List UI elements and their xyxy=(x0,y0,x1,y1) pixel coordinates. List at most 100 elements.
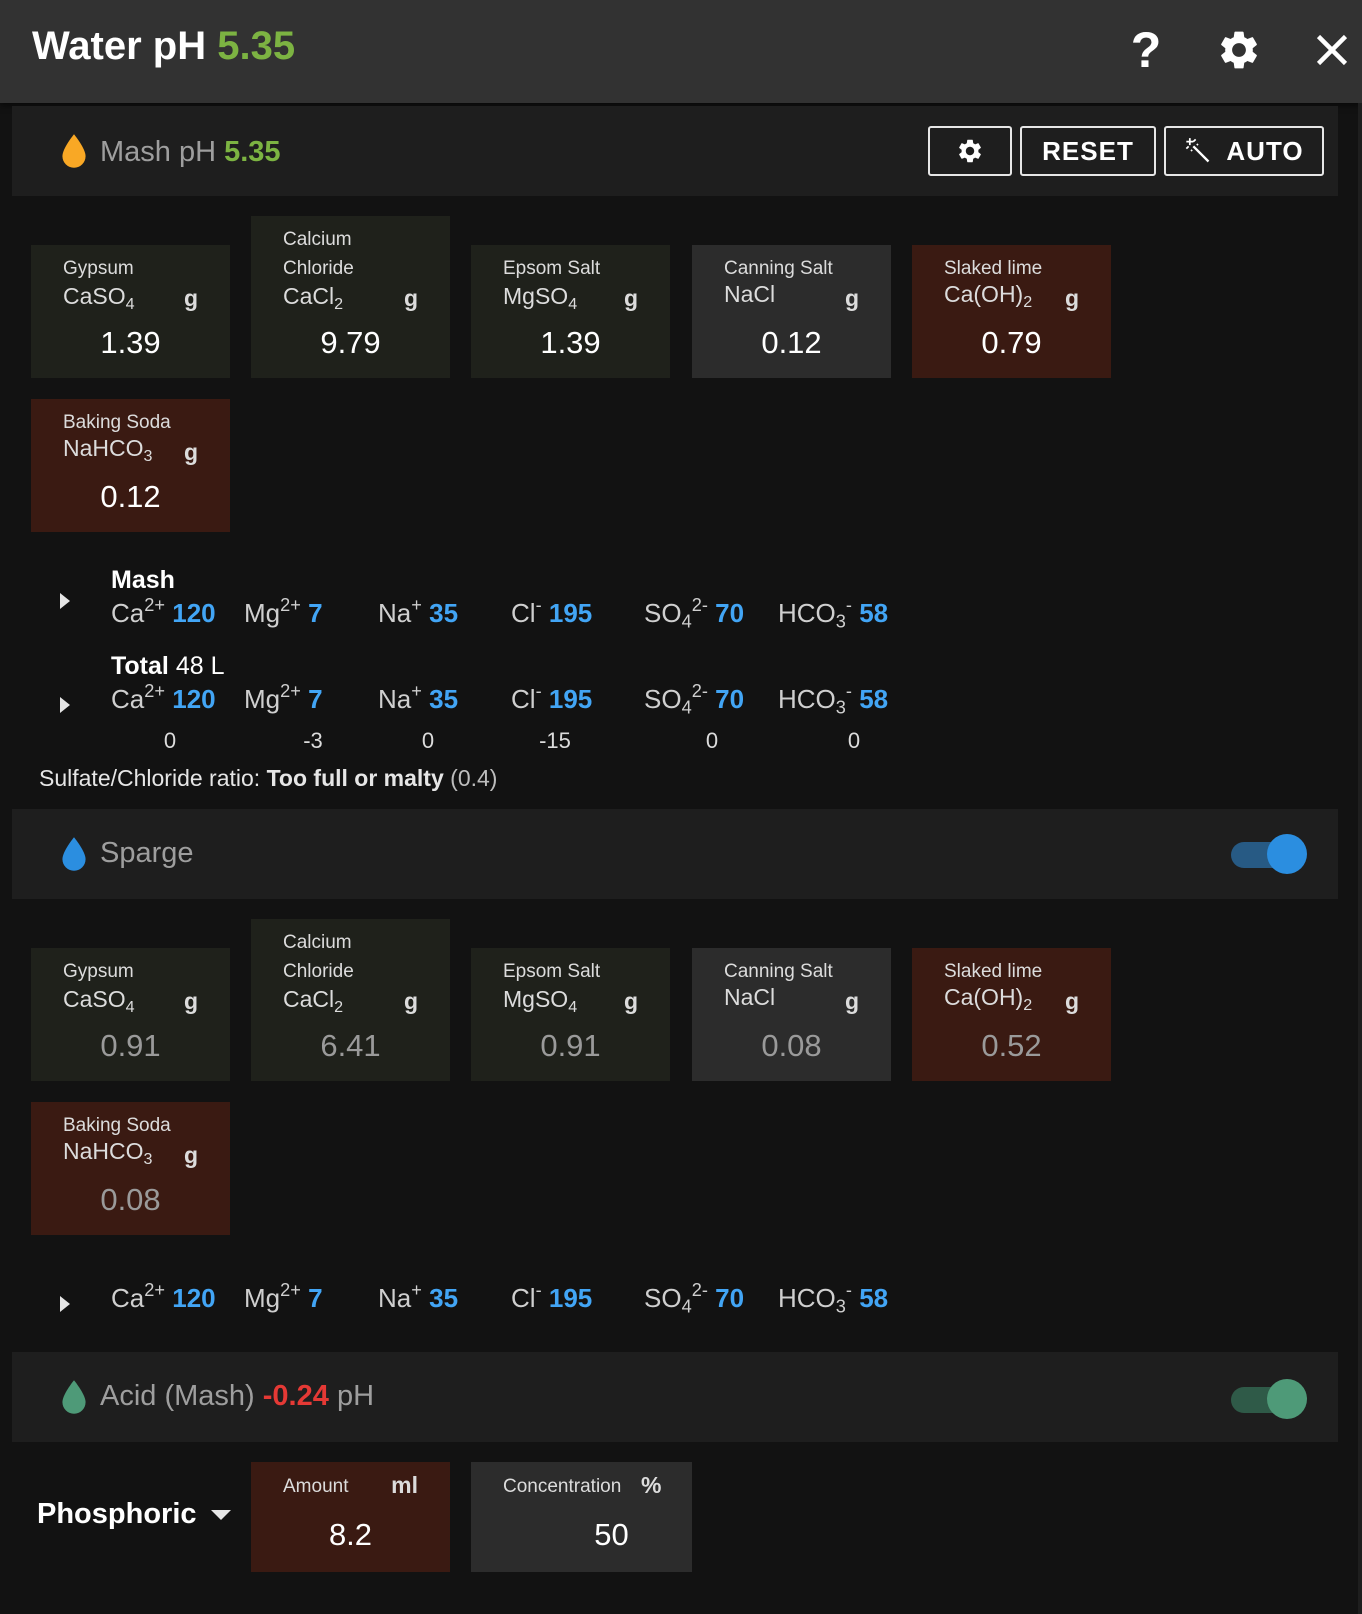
acid-drop-icon xyxy=(62,1380,86,1414)
ion-ca: Ca2+ 120 xyxy=(111,681,216,714)
mash-settings-button[interactable] xyxy=(928,126,1012,176)
reset-button[interactable]: RESET xyxy=(1020,126,1156,176)
ion-hco3: HCO3- 58 xyxy=(778,1280,889,1317)
salt-name: Calcium xyxy=(283,932,352,953)
mash-ph-title: Mash pH 5.35 xyxy=(100,136,281,168)
ion-mg: Mg2+ 7 xyxy=(244,595,323,628)
delta-na: 0 xyxy=(421,728,435,753)
mash-gypsum-card[interactable]: Gypsum CaSO4 g 1.39 xyxy=(31,245,230,378)
ion-so4: SO42- 70 xyxy=(644,595,745,632)
delta-hco3: 0 xyxy=(847,728,861,753)
close-button[interactable] xyxy=(1304,22,1360,78)
mash-profile-expand-icon[interactable] xyxy=(60,593,70,609)
magic-wand-icon xyxy=(1186,138,1210,163)
acid-amount-card[interactable]: Amount ml 8.2 xyxy=(251,1462,450,1572)
sparge-drop-icon xyxy=(62,837,86,871)
acid-type-select[interactable]: Phosphoric xyxy=(37,1498,231,1531)
mash-calcium-chloride-card[interactable]: Calcium Chloride CaCl2 g 9.79 xyxy=(251,216,450,378)
salt-formula: NaHCO3 xyxy=(63,1138,153,1168)
ion-cl: Cl- 195 xyxy=(511,595,593,628)
mash-slaked-lime-card[interactable]: Slaked lime Ca(OH)2 g 0.79 xyxy=(912,245,1111,378)
acid-amount-unit: ml xyxy=(391,1472,418,1498)
salt-name: Baking Soda xyxy=(63,412,171,433)
app-bar: Water pH 5.35 ? xyxy=(0,0,1362,103)
help-icon: ? xyxy=(1130,22,1162,78)
salt-name-line2: Chloride xyxy=(283,258,354,279)
acid-concentration-input[interactable]: 50 xyxy=(501,1517,722,1553)
ion-ca-value: 120 xyxy=(172,1283,216,1313)
acid-concentration-card[interactable]: Concentration % 50 xyxy=(471,1462,692,1572)
acid-delta-ph: -0.24 xyxy=(262,1380,329,1412)
salt-unit: g xyxy=(183,285,198,311)
ion-cl: Cl- 195 xyxy=(511,1280,593,1313)
salt-formula: CaCl2 xyxy=(283,986,344,1016)
chevron-down-icon xyxy=(210,1509,231,1520)
salt-formula: NaCl xyxy=(724,984,776,1010)
ion-mg-value: 7 xyxy=(308,1283,323,1313)
mash-drop-icon xyxy=(62,134,86,168)
salt-formula: CaSO4 xyxy=(63,283,135,313)
sulfate-chloride-ratio: Sulfate/Chloride ratio: Too full or malt… xyxy=(39,765,498,791)
title-text: Water pH xyxy=(32,24,207,68)
ion-na: Na+ 35 xyxy=(378,1280,459,1313)
ion-ca-value: 120 xyxy=(172,684,216,714)
salt-name: Gypsum xyxy=(63,258,134,279)
salt-amount-input[interactable]: 9.79 xyxy=(251,325,450,361)
salt-unit: g xyxy=(844,285,859,311)
salt-unit: g xyxy=(183,988,198,1014)
salt-unit: g xyxy=(1064,285,1079,311)
salt-amount-input[interactable]: 0.91 xyxy=(31,1028,230,1064)
salt-amount-input[interactable]: 0.52 xyxy=(912,1028,1111,1064)
total-volume: 48 L xyxy=(175,652,225,680)
ion-na-value: 35 xyxy=(429,684,459,714)
page-title: Water pH 5.35 xyxy=(32,24,295,69)
mash-profile-label: Mash xyxy=(111,566,175,594)
sparge-slaked-lime-card[interactable]: Slaked lime Ca(OH)2 g 0.52 xyxy=(912,948,1111,1081)
water-ph-value: 5.35 xyxy=(217,24,296,68)
ion-na-value: 35 xyxy=(429,1283,459,1313)
auto-button[interactable]: AUTO xyxy=(1164,126,1324,176)
salt-formula: NaCl xyxy=(724,281,776,307)
acid-toggle[interactable] xyxy=(1231,1379,1307,1419)
help-button[interactable]: ? xyxy=(1118,22,1174,78)
mash-baking-soda-card[interactable]: Baking Soda NaHCO3 g 0.12 xyxy=(31,399,230,532)
ion-mg-value: 7 xyxy=(308,684,323,714)
sparge-baking-soda-card[interactable]: Baking Soda NaHCO3 g 0.08 xyxy=(31,1102,230,1235)
salt-amount-input[interactable]: 6.41 xyxy=(251,1028,450,1064)
ion-so4: SO42- 70 xyxy=(644,681,745,718)
mash-canning-salt-card[interactable]: Canning Salt NaCl g 0.12 xyxy=(692,245,891,378)
salt-amount-input[interactable]: 1.39 xyxy=(31,325,230,361)
total-profile-expand-icon[interactable] xyxy=(60,697,70,713)
ion-hco3-value: 58 xyxy=(859,1283,889,1313)
acid-concentration-unit: % xyxy=(641,1472,662,1498)
sparge-profile-expand-icon[interactable] xyxy=(60,1296,70,1312)
salt-unit: g xyxy=(403,285,418,311)
salt-amount-input[interactable]: 1.39 xyxy=(471,325,670,361)
salt-amount-input[interactable]: 0.12 xyxy=(31,479,230,515)
ion-hco3-value: 58 xyxy=(859,684,889,714)
sparge-epsom-salt-card[interactable]: Epsom Salt MgSO4 g 0.91 xyxy=(471,948,670,1081)
sparge-canning-salt-card[interactable]: Canning Salt NaCl g 0.08 xyxy=(692,948,891,1081)
acid-title: Acid (Mash) -0.24 pH xyxy=(100,1380,375,1412)
acid-section-header: Acid (Mash) -0.24 pH xyxy=(12,1352,1338,1442)
salt-amount-input[interactable]: 0.79 xyxy=(912,325,1111,361)
salt-unit: g xyxy=(844,988,859,1014)
scrollbar[interactable] xyxy=(1358,103,1362,1614)
salt-amount-input[interactable]: 0.12 xyxy=(692,325,891,361)
sparge-toggle[interactable] xyxy=(1231,834,1307,874)
ion-na: Na+ 35 xyxy=(378,595,459,628)
sparge-title: Sparge xyxy=(100,837,194,869)
ion-hco3: HCO3- 58 xyxy=(778,681,889,718)
sparge-gypsum-card[interactable]: Gypsum CaSO4 g 0.91 xyxy=(31,948,230,1081)
sparge-calcium-chloride-card[interactable]: Calcium Chloride CaCl2 g 6.41 xyxy=(251,919,450,1081)
salt-formula: MgSO4 xyxy=(503,986,578,1016)
acid-amount-input[interactable]: 8.2 xyxy=(251,1517,450,1553)
gear-icon xyxy=(1221,31,1257,69)
salt-amount-input[interactable]: 0.91 xyxy=(471,1028,670,1064)
settings-button[interactable] xyxy=(1211,22,1267,78)
salt-amount-input[interactable]: 0.08 xyxy=(692,1028,891,1064)
ion-so4-value: 70 xyxy=(715,598,745,628)
mash-epsom-salt-card[interactable]: Epsom Salt MgSO4 g 1.39 xyxy=(471,245,670,378)
ion-so4: SO42- 70 xyxy=(644,1280,745,1317)
salt-amount-input[interactable]: 0.08 xyxy=(31,1182,230,1218)
